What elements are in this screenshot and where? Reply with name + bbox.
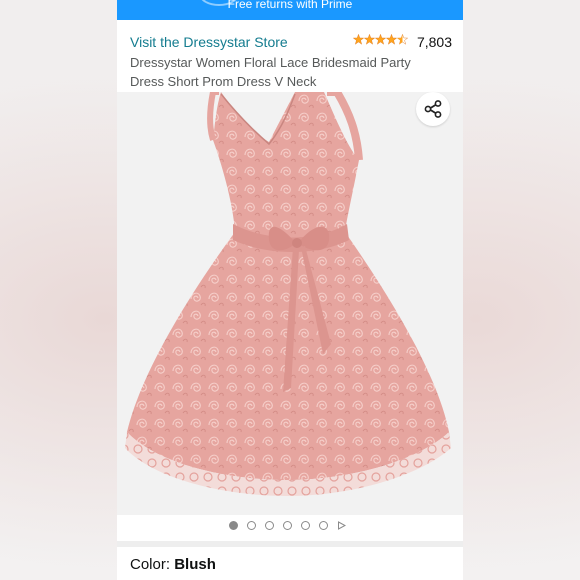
star-icon	[353, 34, 364, 45]
color-label: Color:	[130, 556, 175, 573]
pagination-dot[interactable]	[301, 521, 310, 530]
half-star-icon	[397, 34, 408, 45]
star-rating[interactable]	[353, 34, 408, 45]
star-icon	[386, 34, 397, 45]
prime-returns-banner: Free returns with Prime	[117, 0, 463, 20]
star-icon	[364, 34, 375, 45]
star-icon	[375, 34, 386, 45]
color-variation: Color: Blush	[130, 556, 216, 573]
product-page: Free returns with Prime Visit the Dressy…	[117, 0, 463, 580]
store-rating-row: Visit the Dressystar Store 7,803	[130, 32, 452, 52]
banner-text: Free returns with Prime	[227, 0, 353, 11]
color-value: Blush	[174, 556, 216, 573]
pagination-dot[interactable]	[247, 521, 256, 530]
product-image-gallery[interactable]	[117, 88, 463, 515]
section-divider	[117, 541, 463, 547]
pagination-dot[interactable]	[319, 521, 328, 530]
share-icon	[424, 100, 442, 118]
rating-count[interactable]: 7,803	[417, 34, 452, 50]
store-link[interactable]: Visit the Dressystar Store	[130, 34, 288, 50]
video-play-icon[interactable]	[337, 521, 346, 530]
gallery-pagination	[229, 521, 346, 530]
pagination-dot-active[interactable]	[229, 521, 238, 530]
product-image	[125, 88, 451, 496]
share-button[interactable]	[416, 92, 450, 126]
product-title: Dressystar Women Floral Lace Bridesmaid …	[130, 55, 411, 89]
pagination-dot[interactable]	[283, 521, 292, 530]
pagination-dot[interactable]	[265, 521, 274, 530]
